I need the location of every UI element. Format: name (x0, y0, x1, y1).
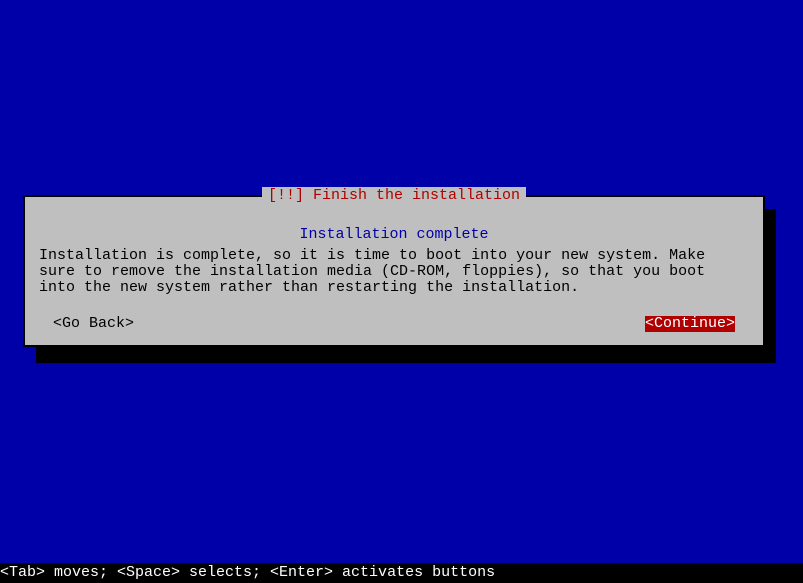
installer-dialog: [!!] Finish the installation Installatio… (23, 195, 765, 347)
dialog-button-row: <Go Back> <Continue> (39, 316, 749, 333)
continue-button[interactable]: <Continue> (645, 316, 735, 333)
dialog-subtitle: Installation complete (39, 227, 749, 244)
go-back-button[interactable]: <Go Back> (53, 316, 134, 333)
help-bar: <Tab> moves; <Space> selects; <Enter> ac… (0, 563, 803, 583)
dialog-body-text: Installation is complete, so it is time … (39, 248, 749, 296)
dialog-content: Installation complete Installation is co… (25, 197, 763, 342)
dialog-title: [!!] Finish the installation (262, 187, 526, 204)
dialog-title-wrap: [!!] Finish the installation (25, 188, 763, 205)
